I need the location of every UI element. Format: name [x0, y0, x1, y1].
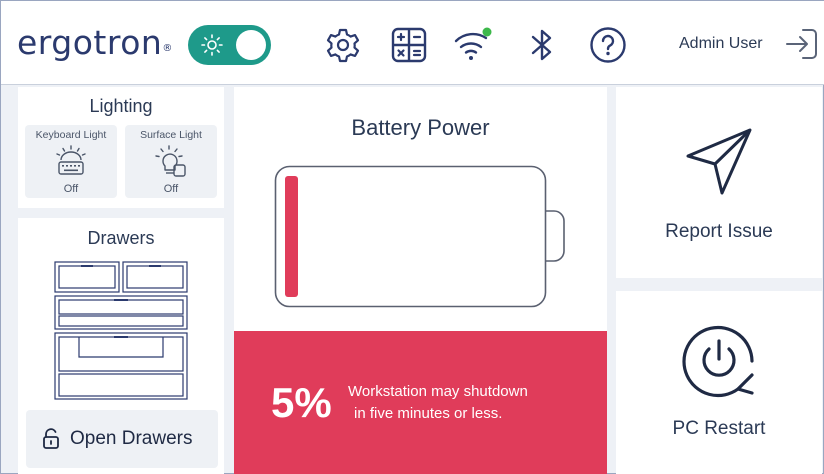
report-issue-label: Report Issue — [665, 221, 773, 242]
battery-title: Battery Power — [351, 115, 490, 140]
sun-icon — [201, 34, 223, 56]
alert-line-1: Workstation may shutdown — [348, 383, 528, 400]
help-icon[interactable] — [588, 25, 628, 65]
surface-light-label: Surface Light — [140, 129, 202, 141]
lightbulb-icon — [155, 145, 186, 177]
report-issue-card[interactable]: Report Issue — [616, 87, 822, 278]
ergotron-logo: ergotron® — [17, 25, 173, 61]
keyboard-light-label: Keyboard Light — [35, 129, 107, 141]
calculator-icon[interactable] — [389, 25, 429, 65]
gear-icon[interactable] — [323, 25, 363, 65]
unlock-icon — [43, 428, 59, 449]
user-name-label: Admin User — [679, 35, 763, 52]
keyboard-light-tile[interactable]: Keyboard Light Off — [25, 125, 117, 198]
toggle-knob — [236, 30, 266, 60]
surface-light-state: Off — [163, 183, 179, 195]
lighting-title: Lighting — [89, 96, 153, 116]
power-restart-icon — [682, 325, 754, 398]
wifi-icon[interactable] — [453, 25, 493, 65]
battery-card: Battery Power — [234, 87, 607, 331]
battery-alert-message: Workstation may shutdown in five minutes… — [348, 381, 598, 425]
battery-level-icon — [274, 165, 565, 308]
alert-line-2: in five minutes or less. — [354, 405, 503, 422]
drawers-title: Drawers — [87, 228, 155, 248]
open-drawers-label: Open Drawers — [70, 428, 193, 449]
battery-fill — [285, 176, 298, 297]
wifi-status-dot — [482, 27, 492, 37]
pc-restart-label: PC Restart — [672, 418, 766, 439]
battery-alert-banner: 5% Workstation may shutdown in five minu… — [234, 331, 607, 474]
header-bar: ergotron® Admin User — [1, 1, 824, 85]
keyboard-light-state: Off — [63, 183, 79, 195]
battery-percent: 5% — [271, 379, 332, 426]
logo-registered-mark: ® — [162, 43, 173, 54]
bluetooth-icon[interactable] — [522, 25, 562, 65]
pc-restart-card[interactable]: PC Restart — [616, 291, 822, 474]
logo-text: ergotron — [17, 23, 163, 62]
paper-plane-icon — [686, 128, 752, 195]
theme-toggle[interactable] — [188, 25, 271, 65]
drawers-illustration — [54, 261, 188, 400]
logout-icon[interactable] — [783, 25, 821, 63]
lighting-card: Lighting Keyboard Light Off Surface Ligh… — [18, 87, 224, 208]
app-frame: ergotron® Admin User Lighting Keyboard L… — [0, 0, 824, 474]
drawers-card: Drawers Open Drawers — [18, 218, 224, 474]
open-drawers-button[interactable]: Open Drawers — [26, 410, 218, 468]
keyboard-light-icon — [56, 145, 86, 175]
surface-light-tile[interactable]: Surface Light Off — [125, 125, 217, 198]
